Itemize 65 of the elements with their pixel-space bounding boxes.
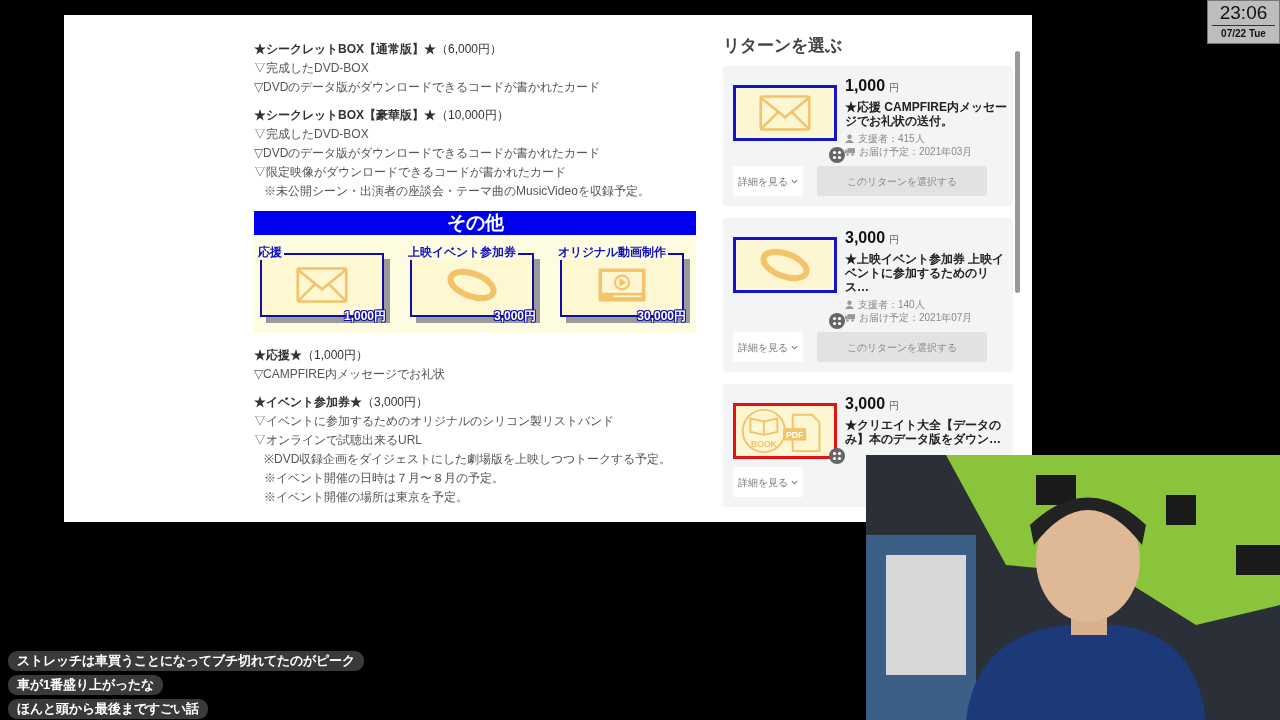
reward-heading: ★イベント参加券★ (254, 395, 362, 409)
tile-label: 上映イベント参加券 (408, 245, 518, 260)
note-text: ※未公開シーン・出演者の座談会・テーマ曲のMusicVideoを収録予定。 (263, 183, 651, 200)
currency-unit: 円 (889, 234, 900, 245)
return-price: 3,000 (845, 395, 886, 412)
envelope-icon (296, 266, 348, 304)
note-text: ※DVD収録企画をダイジェストにした劇場版を上映しつつトークする予定。 (263, 451, 673, 468)
returns-title: リターンを選ぶ (723, 35, 843, 57)
reward-price: （10,000円） (436, 108, 509, 122)
tile-price: 1,000円 (343, 309, 386, 323)
truck-icon (845, 147, 855, 156)
note-text: ※イベント開催の場所は東京を予定。 (263, 489, 469, 506)
reward-heading: ★応援★ (254, 348, 302, 362)
details-button[interactable]: 詳細を見る (733, 166, 803, 196)
list-item: ▽オンラインで試聴出来るURL (254, 432, 423, 449)
currency-unit: 円 (889, 82, 900, 93)
wristband-icon (446, 266, 498, 304)
return-title: ★応援 CAMPFIRE内メッセージでお礼状の送付。 (845, 100, 1008, 128)
supporter-count: 支援者：415人 (858, 132, 925, 145)
person-icon (845, 134, 854, 143)
supporter-count: 支援者：140人 (858, 298, 925, 311)
delivery-date: お届け予定：2021年07月 (859, 311, 973, 324)
scrollbar[interactable] (1015, 51, 1020, 293)
list-item: ▽DVDのデータ版がダウンロードできるコードが書かれたカード (254, 79, 602, 96)
chevron-down-icon (790, 179, 798, 185)
return-price: 3,000 (845, 229, 886, 246)
reward-heading: ★シークレットBOX【豪華版】★ (254, 108, 436, 122)
video-player-icon (596, 266, 648, 304)
details-button[interactable]: 詳細を見る (733, 332, 803, 362)
reward-price: （1,000円） (302, 348, 369, 362)
expand-icon[interactable] (829, 146, 845, 163)
chat-message: ストレッチは車買うことになってブチ切れてたのがピーク (8, 651, 364, 671)
list-item: ▽イベントに参加するためのオリジナルのシリコン製リストバンド (254, 413, 615, 430)
reward-heading: ★シークレットBOX【通常版】★ (254, 42, 436, 56)
note-text: ※イベント開催の日時は７月〜８月の予定。 (263, 470, 505, 487)
expand-icon[interactable] (829, 312, 845, 329)
truck-icon (845, 313, 855, 322)
expand-icon[interactable] (829, 447, 845, 464)
list-item: ▽CAMPFIRE内メッセージでお礼状 (254, 366, 446, 383)
list-item: ▽完成したDVD-BOX (254, 126, 370, 143)
tile-price: 30,000円 (637, 309, 686, 323)
chat-message: 車が1番盛り上がったな (8, 675, 164, 695)
tile-price: 3,000円 (493, 309, 536, 323)
delivery-date: お届け予定：2021年03月 (859, 145, 973, 158)
section-banner: その他 (254, 211, 696, 235)
clock-date: 07/22 Tue (1220, 27, 1267, 41)
reward-price: （6,000円） (436, 42, 503, 56)
tile-label: オリジナル動画制作 (558, 245, 668, 260)
list-item: ▽限定映像がダウンロードできるコードが書かれたカード (254, 164, 567, 181)
details-button[interactable]: 詳細を見る (733, 467, 803, 497)
wristband-icon (759, 246, 811, 284)
envelope-icon (759, 94, 811, 132)
clock-time: 23:06 (1212, 1, 1275, 26)
list-item: ▽完成したDVD-BOX (254, 60, 370, 77)
list-item: ▽DVDのデータ版がダウンロードできるコードが書かれたカード (254, 145, 602, 162)
person-icon (845, 300, 854, 309)
chat-message: ほんと頭から最後まですごい話 (8, 699, 208, 719)
return-title: ★クリエイト大全【データのみ】本のデータ版をダウン… (845, 418, 1002, 446)
reward-price: （3,000円） (362, 395, 429, 409)
return-title: ★上映イベント参加券 上映イベントに参加するためのリス… (845, 252, 1006, 294)
tile-label: 応援 (258, 245, 284, 260)
chevron-down-icon (790, 345, 798, 351)
currency-unit: 円 (889, 400, 900, 411)
return-price: 1,000 (845, 77, 886, 94)
chevron-down-icon (790, 480, 798, 486)
